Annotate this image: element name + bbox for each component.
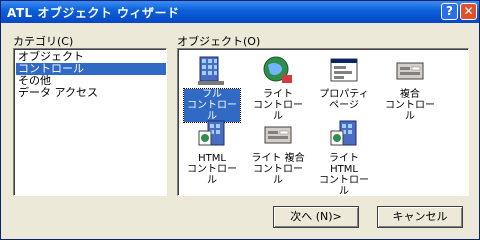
composite-control-icon bbox=[394, 55, 426, 87]
object-label: ライト コントロール bbox=[253, 89, 303, 122]
object-label: 複合 コントロール bbox=[385, 89, 435, 122]
object-label: フル コントロール bbox=[183, 88, 241, 123]
property-page-icon bbox=[328, 55, 360, 87]
object-label: ライト HTML コントロール bbox=[319, 153, 369, 197]
object-label: プロパティ ページ bbox=[319, 89, 369, 111]
object-label: ライト 複合 コントロール bbox=[251, 153, 305, 186]
object-composite-control[interactable]: 複合 コントロール bbox=[382, 55, 438, 122]
object-property-page[interactable]: プロパティ ページ bbox=[316, 55, 372, 117]
object-lite-control[interactable]: ライト コントロール bbox=[250, 55, 306, 122]
object-lite-composite-control[interactable]: ライト 複合 コントロール bbox=[250, 119, 306, 186]
category-label: カテゴリ(C) bbox=[13, 35, 74, 48]
category-list[interactable]: オブジェクト コントロール その他 データ アクセス bbox=[13, 48, 167, 196]
cancel-button[interactable]: キャンセル bbox=[377, 206, 463, 228]
atl-object-wizard-dialog: ATL オブジェクト ウィザード ? ✕ カテゴリ(C) オブジェクト コントロ… bbox=[0, 0, 480, 240]
object-lite-html-control[interactable]: ライト HTML コントロール bbox=[316, 119, 372, 197]
lite-control-icon bbox=[262, 55, 294, 87]
lite-html-control-icon bbox=[328, 119, 360, 151]
lite-composite-control-icon bbox=[262, 119, 294, 151]
objects-pane[interactable]: フル コントロール ライト コントロール プロパティ ページ 複合 コントロール… bbox=[177, 48, 469, 197]
html-control-icon bbox=[196, 119, 228, 151]
object-full-control[interactable]: フル コントロール bbox=[183, 55, 241, 123]
close-button[interactable]: ✕ bbox=[460, 3, 477, 20]
objects-label: オブジェクト(O) bbox=[177, 35, 261, 48]
list-item-data-access[interactable]: データ アクセス bbox=[16, 87, 166, 99]
help-button[interactable]: ? bbox=[441, 3, 458, 20]
full-control-icon bbox=[196, 55, 228, 87]
object-html-control[interactable]: HTML コントロール bbox=[184, 119, 240, 186]
object-label: HTML コントロール bbox=[187, 153, 237, 186]
title-bar[interactable]: ATL オブジェクト ウィザード ? ✕ bbox=[1, 1, 479, 23]
next-button[interactable]: 次へ (N)> bbox=[273, 206, 359, 228]
window-title: ATL オブジェクト ウィザード bbox=[7, 6, 180, 20]
